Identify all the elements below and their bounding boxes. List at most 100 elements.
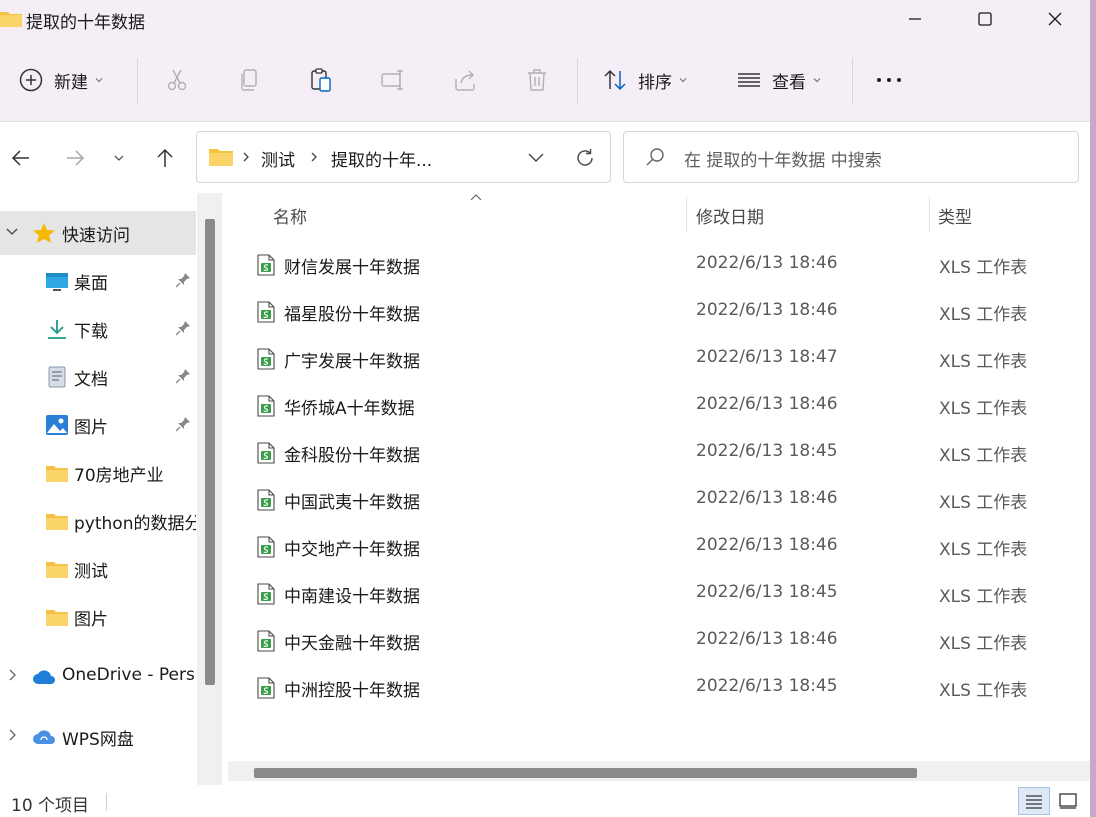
search-box[interactable]: 在 提取的十年数据 中搜索 <box>623 131 1079 183</box>
file-type: XLS 工作表 <box>939 399 1028 419</box>
file-list: 名称 修改日期 类型 财信发展十年数据 2022/6/13 18:46 XLS 工作… <box>228 193 1090 785</box>
details-view-button[interactable] <box>1018 787 1050 815</box>
address-bar[interactable]: 测试 提取的十年... <box>196 131 611 183</box>
pin-icon <box>175 321 190 336</box>
chevron-down-icon <box>679 78 687 83</box>
sort-button[interactable]: 排序 <box>600 38 688 122</box>
file-row[interactable]: 华侨城A十年数据 2022/6/13 18:46 XLS 工作表 <box>228 382 1090 429</box>
cut-button[interactable] <box>162 38 192 122</box>
arrow-right-icon <box>67 150 85 166</box>
view-label: 查看 <box>772 72 806 93</box>
sort-label: 排序 <box>638 72 672 93</box>
file-type: XLS 工作表 <box>939 587 1028 607</box>
column-header-name[interactable]: 名称 <box>228 193 688 237</box>
share-button[interactable] <box>450 38 480 122</box>
horizontal-scroll-thumb[interactable] <box>254 768 917 778</box>
sidebar-item-label: 文档 <box>74 370 108 390</box>
new-button[interactable]: 新建 <box>16 38 104 122</box>
sidebar-item-label: 70房地产业 <box>74 466 164 486</box>
refresh-button[interactable] <box>571 144 599 172</box>
file-row[interactable]: 财信发展十年数据 2022/6/13 18:46 XLS 工作表 <box>228 241 1090 288</box>
pin-icon <box>175 417 190 432</box>
up-button[interactable] <box>148 141 182 175</box>
sidebar-item-folder-pictures[interactable]: 图片 <box>0 595 196 639</box>
pin-icon <box>175 273 190 288</box>
file-name: 中南建设十年数据 <box>284 587 420 607</box>
minimize-button[interactable] <box>880 0 950 38</box>
file-row[interactable]: 广宇发展十年数据 2022/6/13 18:47 XLS 工作表 <box>228 335 1090 382</box>
paste-button[interactable] <box>306 38 336 122</box>
back-button[interactable] <box>4 141 38 175</box>
copy-button[interactable] <box>234 38 264 122</box>
sidebar-item-desktop[interactable]: 桌面 <box>0 259 196 303</box>
folder-icon <box>0 12 22 27</box>
file-modified-date: 2022/6/13 18:46 <box>696 535 838 555</box>
more-options-button[interactable] <box>874 38 904 122</box>
toolbar-separator <box>852 58 853 104</box>
file-name: 华侨城A十年数据 <box>284 399 415 419</box>
chevron-right-icon <box>311 152 317 162</box>
rename-button[interactable] <box>378 38 408 122</box>
file-type: XLS 工作表 <box>939 258 1028 278</box>
download-icon <box>48 320 66 339</box>
file-row[interactable]: 福星股份十年数据 2022/6/13 18:46 XLS 工作表 <box>228 288 1090 335</box>
sidebar-item-folder-test[interactable]: 测试 <box>0 547 196 591</box>
xls-file-icon <box>257 536 275 558</box>
sidebar-scroll-thumb[interactable] <box>205 219 215 685</box>
column-header-label: 修改日期 <box>696 208 764 228</box>
search-placeholder: 在 提取的十年数据 中搜索 <box>684 151 882 171</box>
column-header-type[interactable]: 类型 <box>930 193 1090 237</box>
sort-ascending-icon <box>470 194 482 201</box>
chevron-right-icon <box>9 669 16 681</box>
list-view-icon <box>734 65 764 95</box>
refresh-icon <box>577 149 593 166</box>
breadcrumb-item[interactable]: 提取的十年... <box>331 146 432 171</box>
sidebar-item-downloads[interactable]: 下载 <box>0 307 196 351</box>
sidebar-item-folder-70[interactable]: 70房地产业 <box>0 451 196 495</box>
plus-circle-icon <box>16 65 46 95</box>
sidebar-item-folder-python[interactable]: python的数据分 <box>0 499 196 543</box>
file-name: 中天金融十年数据 <box>284 634 420 654</box>
navigation-pane: 快速访问 桌面 下载 文档 图片 70房地产业 python的数据分 测试 图片… <box>0 193 222 785</box>
file-row[interactable]: 中天金融十年数据 2022/6/13 18:46 XLS 工作表 <box>228 617 1090 664</box>
file-row[interactable]: 中国武夷十年数据 2022/6/13 18:46 XLS 工作表 <box>228 476 1090 523</box>
breadcrumb-item[interactable]: 测试 <box>261 146 295 171</box>
copy-icon <box>234 65 264 95</box>
column-header-label: 名称 <box>273 208 307 228</box>
new-label: 新建 <box>54 72 88 93</box>
maximize-button[interactable] <box>950 0 1020 38</box>
status-bar: 10 个项目 <box>0 785 1090 817</box>
file-row[interactable]: 中南建设十年数据 2022/6/13 18:45 XLS 工作表 <box>228 570 1090 617</box>
sidebar-item-quick-access[interactable]: 快速访问 <box>0 211 196 255</box>
file-name: 金科股份十年数据 <box>284 446 420 466</box>
chevron-right-icon <box>9 729 16 741</box>
delete-button[interactable] <box>522 38 552 122</box>
forward-button[interactable] <box>58 141 92 175</box>
view-button[interactable]: 查看 <box>734 38 822 122</box>
file-row[interactable]: 中交地产十年数据 2022/6/13 18:46 XLS 工作表 <box>228 523 1090 570</box>
sidebar-item-wps[interactable]: WPS网盘 <box>0 715 196 759</box>
sidebar-item-onedrive[interactable]: OneDrive - Pers <box>0 655 196 699</box>
sidebar-item-documents[interactable]: 文档 <box>0 355 196 399</box>
file-row[interactable]: 金科股份十年数据 2022/6/13 18:45 XLS 工作表 <box>228 429 1090 476</box>
star-icon <box>33 223 55 243</box>
sidebar-item-label: 快速访问 <box>62 226 130 246</box>
sidebar-item-label: 桌面 <box>74 274 108 294</box>
folder-icon <box>46 514 68 530</box>
status-divider <box>106 793 107 811</box>
file-name: 中洲控股十年数据 <box>284 681 420 701</box>
recent-locations-button[interactable] <box>102 141 136 175</box>
large-icons-view-icon <box>1059 793 1077 809</box>
file-modified-date: 2022/6/13 18:45 <box>696 676 838 696</box>
file-row[interactable]: 中洲控股十年数据 2022/6/13 18:45 XLS 工作表 <box>228 664 1090 711</box>
navigation-row: 测试 提取的十年... 在 提取的十年数据 中搜索 <box>0 123 1090 193</box>
large-icons-view-button[interactable] <box>1052 787 1084 815</box>
address-dropdown-button[interactable] <box>521 144 551 170</box>
search-icon <box>646 148 664 166</box>
file-name: 中交地产十年数据 <box>284 540 420 560</box>
sidebar-item-pictures[interactable]: 图片 <box>0 403 196 447</box>
column-header-date[interactable]: 修改日期 <box>687 193 929 237</box>
close-button[interactable] <box>1020 0 1090 38</box>
xls-file-icon <box>257 301 275 323</box>
document-icon <box>48 366 66 388</box>
